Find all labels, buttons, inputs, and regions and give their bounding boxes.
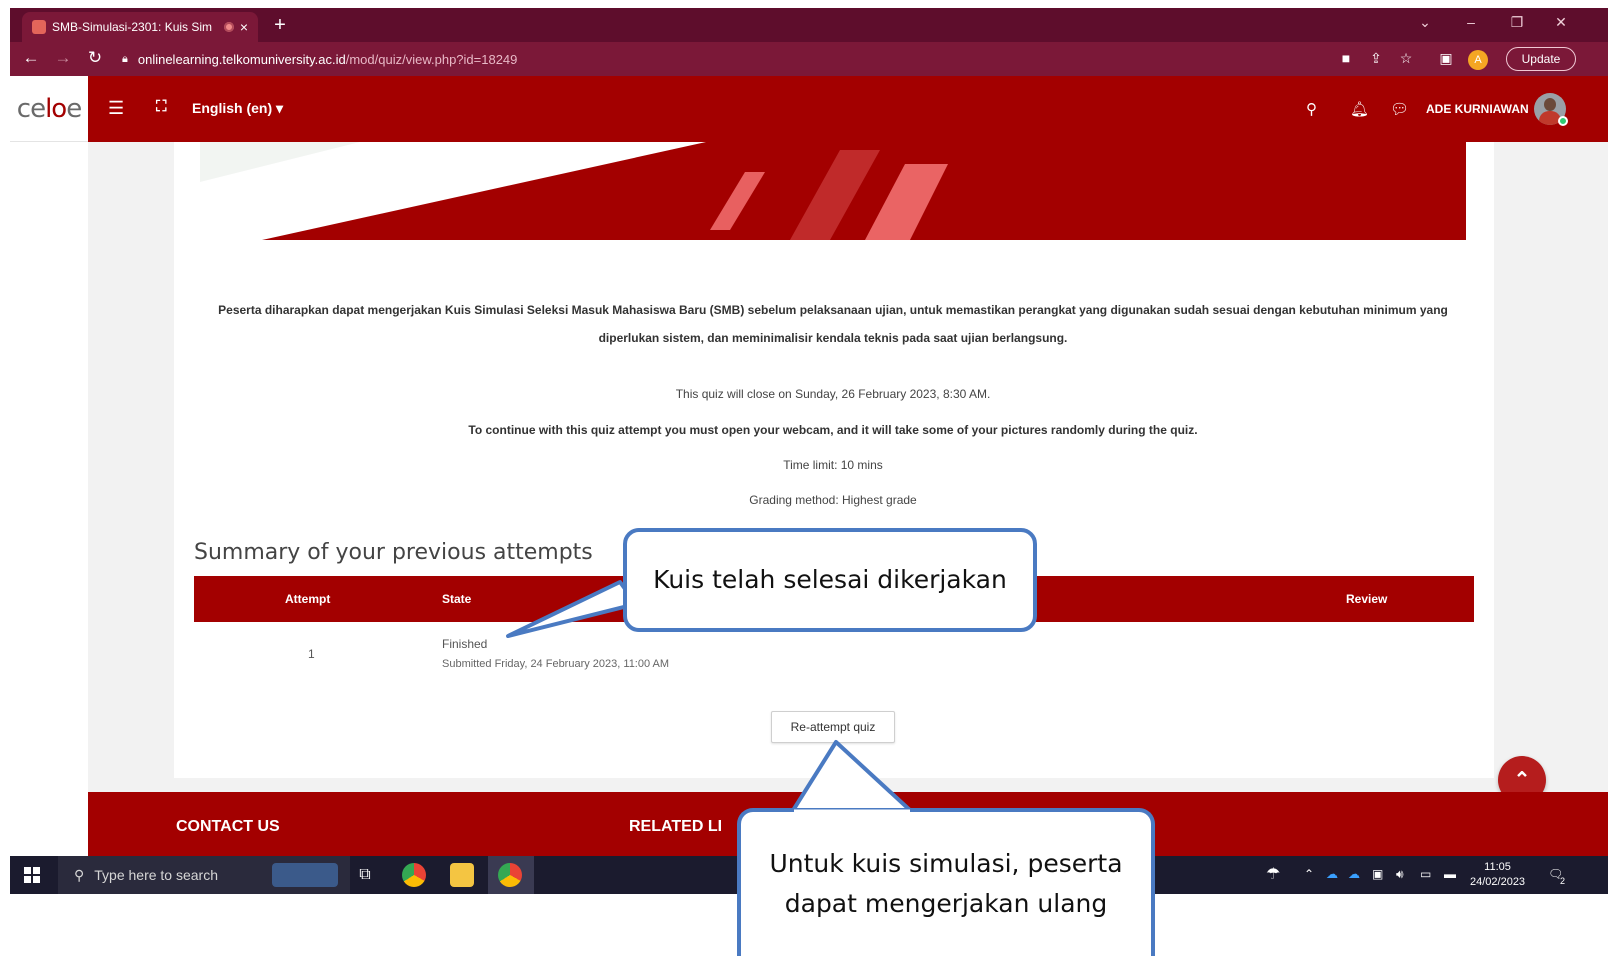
logo-text-a: ce xyxy=(16,93,46,124)
celoe-logo[interactable]: ce lo e xyxy=(10,76,88,142)
search-icon[interactable]: ⚲ xyxy=(1306,100,1317,118)
quiz-close-info: This quiz will close on Sunday, 26 Febru… xyxy=(675,387,991,401)
browser-tab-bar: SMB-Simulasi-2301: Kuis Sim × + ⌄ – ❐ ✕ xyxy=(10,8,1608,42)
forward-arrow-icon[interactable]: → xyxy=(52,48,74,68)
fullscreen-icon[interactable]: ⛶ xyxy=(156,98,167,115)
network-icon[interactable]: ▭ xyxy=(1420,867,1431,881)
tab-title: SMB-Simulasi-2301: Kuis Sim xyxy=(52,20,213,34)
update-button[interactable]: Update xyxy=(1506,47,1576,71)
screen: SMB-Simulasi-2301: Kuis Sim × + ⌄ – ❐ ✕ … xyxy=(0,0,1608,956)
bookmark-star-icon[interactable]: ☆ xyxy=(1396,50,1416,67)
reattempt-quiz-button[interactable]: Re-attempt quiz xyxy=(771,711,895,743)
notification-bell-icon[interactable]: 🔔︎ xyxy=(1350,100,1369,118)
lock-icon: 🔒︎ xyxy=(122,52,128,65)
taskbar-clock[interactable]: 11:05 24/02/2023 xyxy=(1470,860,1525,890)
column-header-attempt: Attempt xyxy=(285,592,331,606)
annotation-callout-finished: Kuis telah selesai dikerjakan xyxy=(623,528,1037,632)
site-header: ☰ ⛶ English (en) ▾ ⚲ 🔔︎ 💬︎ ADE KURNIAWAN xyxy=(88,76,1608,142)
site-favicon-icon xyxy=(32,20,46,34)
task-view-icon[interactable]: ⧉ xyxy=(352,863,378,887)
url-host: onlinelearning.telkomuniversity.ac.id xyxy=(137,51,346,67)
callout-2-line-1: Untuk kuis simulasi, peserta xyxy=(769,849,1123,878)
url-path: /mod/quiz/view.php?id=18249 xyxy=(345,51,518,67)
footer-contact-us: CONTACT US xyxy=(176,818,280,835)
notification-count-badge: 2 xyxy=(1560,876,1566,886)
tray-chevron-icon[interactable]: ⌃ xyxy=(1304,867,1314,881)
attempts-summary-title: Summary of your previous attempts xyxy=(194,540,593,565)
browser-tab[interactable]: SMB-Simulasi-2301: Kuis Sim × xyxy=(22,12,258,42)
annotation-callout-reattempt: Untuk kuis simulasi, peserta dapat menge… xyxy=(737,808,1155,956)
battery-icon[interactable]: ▬ xyxy=(1444,867,1456,881)
browser-address-bar: ← → ↻ 🔒︎ onlinelearning.telkomuniversity… xyxy=(10,42,1608,76)
attempt-state: Finished xyxy=(442,637,488,651)
volume-icon[interactable]: 🔊︎ xyxy=(1396,867,1404,882)
share-icon[interactable]: ⇪ xyxy=(1366,50,1386,67)
footer-related-links: RELATED LI xyxy=(629,818,723,835)
chrome-icon[interactable] xyxy=(402,863,426,887)
search-highlight-icon[interactable] xyxy=(272,863,338,887)
restore-icon[interactable]: ❐ xyxy=(1506,14,1528,31)
tab-search-chevron-icon[interactable]: ⌄ xyxy=(1414,14,1436,31)
messages-icon[interactable]: 💬︎ xyxy=(1390,100,1409,118)
back-arrow-icon[interactable]: ← xyxy=(20,48,42,68)
attempt-submitted-time: Submitted Friday, 24 February 2023, 11:0… xyxy=(442,658,670,670)
tab-close-icon[interactable]: × xyxy=(240,19,248,35)
onedrive-icon[interactable]: ☁ xyxy=(1326,867,1338,881)
webcam-requirement-text: To continue with this quiz attempt you m… xyxy=(468,423,1198,437)
attempt-number: 1 xyxy=(308,647,315,661)
time-limit-text: Time limit: 10 mins xyxy=(783,458,883,472)
column-header-review: Review xyxy=(1346,592,1388,606)
new-tab-button[interactable]: + xyxy=(268,12,292,38)
profile-avatar[interactable]: A xyxy=(1468,50,1488,70)
taskbar-search-placeholder: Type here to search xyxy=(94,867,219,883)
search-icon: ⚲ xyxy=(74,866,85,883)
column-header-state: State xyxy=(442,592,472,606)
online-status-icon xyxy=(1558,116,1568,126)
user-name[interactable]: ADE KURNIAWAN xyxy=(1426,102,1529,116)
callout-2-line-2: dapat mengerjakan ulang xyxy=(784,889,1108,918)
file-explorer-icon[interactable] xyxy=(450,863,474,887)
close-window-icon[interactable]: ✕ xyxy=(1550,14,1572,31)
minimize-icon[interactable]: – xyxy=(1460,14,1482,30)
grading-method-text: Grading method: Highest grade xyxy=(749,493,917,507)
quiz-banner-image xyxy=(200,142,1466,240)
logo-text-c: e xyxy=(66,93,82,124)
quiz-intro-text: Peserta diharapkan dapat mengerjakan Kui… xyxy=(218,303,1448,345)
weather-icon[interactable]: ☂ xyxy=(1266,864,1280,884)
url-field[interactable]: 🔒︎ onlinelearning.telkomuniversity.ac.id… xyxy=(122,47,1322,71)
side-panel-icon[interactable]: ▣ xyxy=(1436,50,1456,67)
windows-start-icon[interactable] xyxy=(24,867,40,883)
reload-icon[interactable]: ↻ xyxy=(84,48,106,68)
hamburger-menu-icon[interactable]: ☰ xyxy=(108,98,124,119)
logo-text-b: lo xyxy=(45,93,67,124)
clock-time: 11:05 xyxy=(1484,861,1511,873)
recording-indicator-icon xyxy=(223,22,234,32)
language-selector[interactable]: English (en) ▾ xyxy=(192,100,283,117)
chrome-profile-icon xyxy=(498,863,522,887)
camera-icon[interactable]: ■ xyxy=(1336,50,1356,66)
onedrive-business-icon[interactable]: ☁ xyxy=(1348,867,1360,881)
clock-date: 24/02/2023 xyxy=(1470,876,1526,888)
display-icon[interactable]: ▣ xyxy=(1372,867,1383,881)
